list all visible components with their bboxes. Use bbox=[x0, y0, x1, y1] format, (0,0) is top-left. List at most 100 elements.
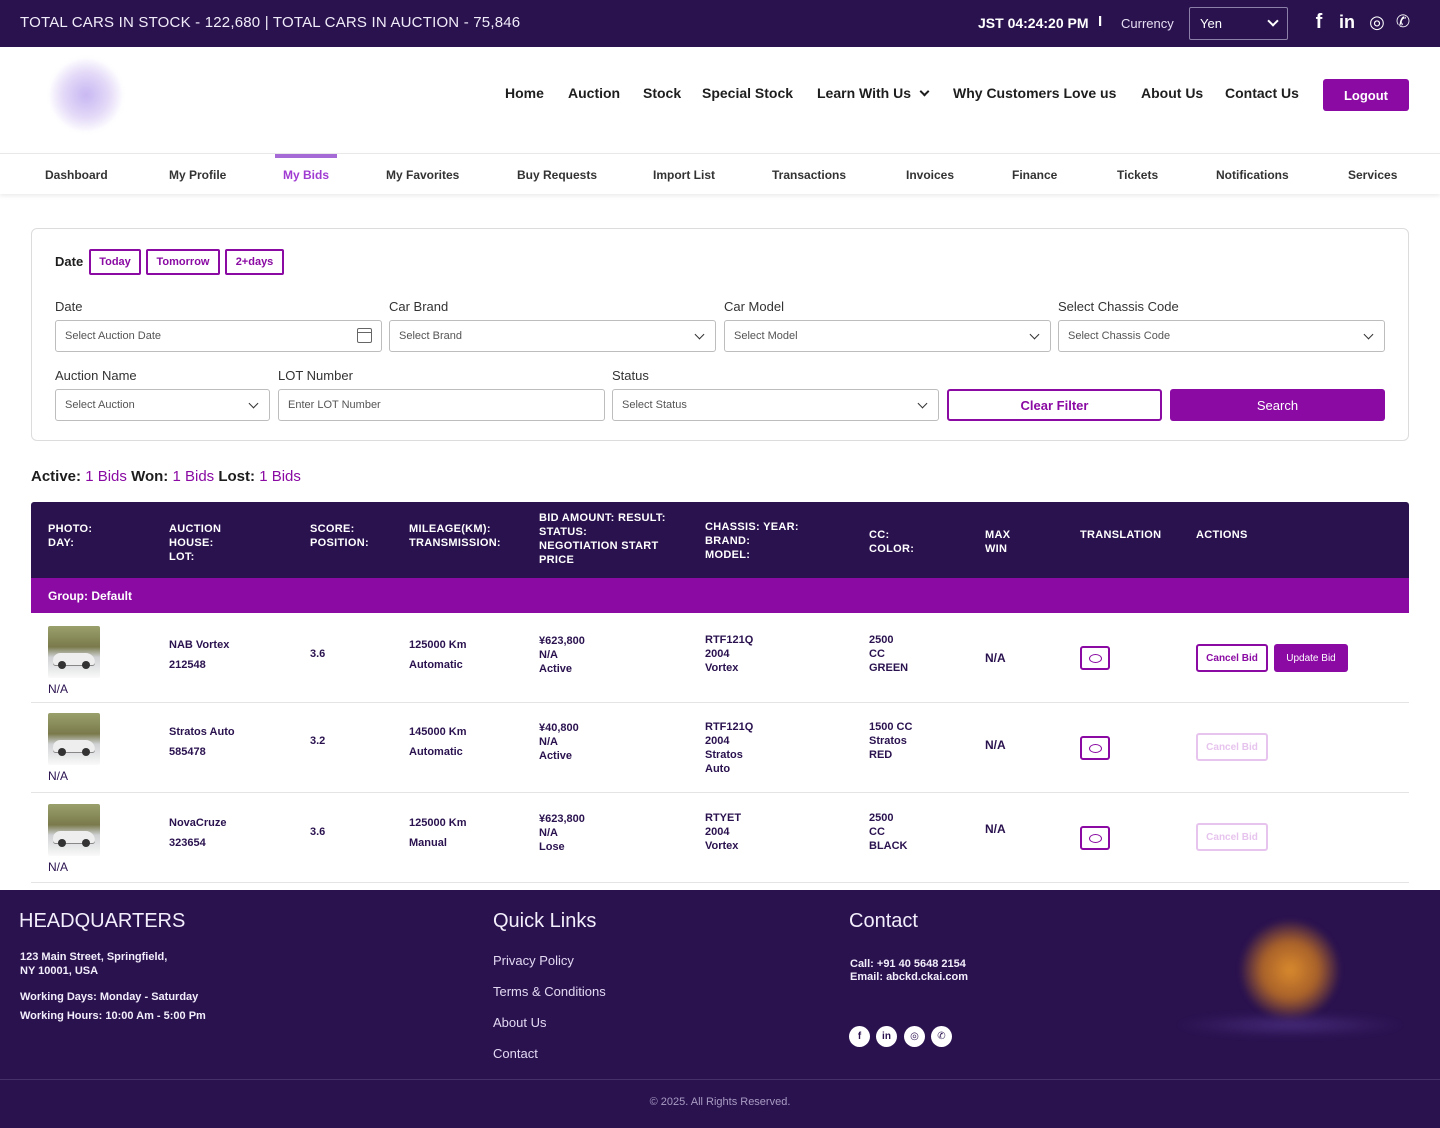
lost-count: 1 Bids bbox=[259, 468, 301, 485]
tab-buy-requests[interactable]: Buy Requests bbox=[517, 168, 597, 182]
cc-color: 2500 CC BLACK bbox=[869, 812, 908, 852]
clear-filter-button[interactable]: Clear Filter bbox=[947, 389, 1162, 421]
site-footer: HEADQUARTERS 123 Main Street, Springfiel… bbox=[0, 890, 1440, 1128]
status-select[interactable]: Select Status bbox=[612, 389, 939, 421]
nav-stock[interactable]: Stock bbox=[643, 85, 681, 101]
tab-my-profile[interactable]: My Profile bbox=[169, 168, 226, 182]
currency-select[interactable]: Yen bbox=[1189, 7, 1288, 40]
cancel-bid-button-disabled[interactable]: Cancel Bid bbox=[1196, 733, 1268, 761]
auction-select[interactable]: Select Auction bbox=[55, 389, 270, 421]
bid-result: N/A bbox=[539, 827, 558, 839]
tab-my-favorites[interactable]: My Favorites bbox=[386, 168, 459, 182]
lot-number: 323654 bbox=[169, 837, 206, 849]
tomorrow-chip[interactable]: Tomorrow bbox=[146, 249, 220, 275]
nav-auction[interactable]: Auction bbox=[568, 85, 620, 101]
today-chip[interactable]: Today bbox=[89, 249, 141, 275]
jst-clock: JST 04:24:20 PM bbox=[978, 15, 1089, 31]
auction-house: NAB Vortex bbox=[169, 639, 230, 651]
linkedin-icon[interactable]: in bbox=[876, 1026, 897, 1047]
contact-email: Email: abckd.ckai.com bbox=[850, 971, 968, 983]
copyright: © 2025. All Rights Reserved. bbox=[649, 1096, 791, 1108]
bid-summary: Active: 1 Bids Won: 1 Bids Lost: 1 Bids bbox=[31, 468, 301, 485]
model: Vortex bbox=[705, 840, 739, 852]
terms-link[interactable]: Terms & Conditions bbox=[493, 984, 606, 999]
car-photo[interactable] bbox=[48, 713, 100, 765]
max-win: N/A bbox=[985, 738, 1006, 752]
auction-date-input[interactable]: Select Auction Date bbox=[55, 320, 382, 352]
site-logo[interactable] bbox=[50, 59, 122, 131]
cancel-bid-button-disabled[interactable]: Cancel Bid bbox=[1196, 823, 1268, 851]
contact-phone: Call: +91 40 5648 2154 bbox=[850, 958, 966, 970]
tab-services[interactable]: Services bbox=[1348, 168, 1397, 182]
table-row: N/A NAB Vortex 212548 3.6 125000 Km Auto… bbox=[31, 613, 1409, 703]
about-us-link[interactable]: About Us bbox=[493, 1015, 546, 1030]
nav-learn-label: Learn With Us bbox=[817, 85, 911, 101]
bid-amount: ¥40,800 bbox=[539, 722, 579, 734]
day-value: N/A bbox=[48, 682, 69, 696]
whatsapp-icon[interactable]: ✆ bbox=[931, 1026, 952, 1047]
translation-eye-icon[interactable] bbox=[1080, 736, 1110, 760]
nav-learn-with-us[interactable]: Learn With Us bbox=[817, 85, 930, 101]
tab-tickets[interactable]: Tickets bbox=[1117, 168, 1158, 182]
bid-status: Active bbox=[539, 750, 573, 762]
date-quick-label: Date bbox=[55, 254, 84, 269]
status-placeholder: Select Status bbox=[622, 399, 687, 411]
privacy-policy-link[interactable]: Privacy Policy bbox=[493, 953, 574, 968]
whatsapp-icon[interactable]: ✆ bbox=[1392, 11, 1414, 33]
header-photo-day: PHOTO: DAY: bbox=[48, 523, 93, 549]
car-photo[interactable] bbox=[48, 626, 100, 678]
tab-import-list[interactable]: Import List bbox=[653, 168, 715, 182]
brand-select[interactable]: Select Brand bbox=[389, 320, 716, 352]
car-model-label: Car Model bbox=[724, 299, 784, 314]
nav-contact-us[interactable]: Contact Us bbox=[1225, 85, 1299, 101]
footer-divider bbox=[0, 1079, 1440, 1080]
transmission: Automatic bbox=[409, 659, 463, 671]
bid-status: Lose bbox=[539, 841, 565, 853]
lost-label: Lost: bbox=[218, 468, 256, 485]
chevron-down-icon bbox=[1267, 15, 1279, 27]
nav-about-us[interactable]: About Us bbox=[1141, 85, 1203, 101]
won-label: Won: bbox=[131, 468, 169, 485]
nav-home[interactable]: Home bbox=[505, 85, 544, 101]
facebook-icon[interactable]: f bbox=[1308, 11, 1330, 33]
chevron-down-icon bbox=[694, 329, 705, 340]
tab-my-bids[interactable]: My Bids bbox=[283, 168, 329, 182]
cancel-bid-button[interactable]: Cancel Bid bbox=[1196, 644, 1268, 672]
instagram-icon[interactable]: ◎ bbox=[1366, 11, 1388, 33]
chevron-down-icon bbox=[919, 86, 930, 97]
nav-special-stock[interactable]: Special Stock bbox=[702, 85, 793, 101]
two-plus-days-chip[interactable]: 2+days bbox=[225, 249, 284, 275]
filter-panel: Date Today Tomorrow 2+days Date Car Bran… bbox=[31, 228, 1409, 441]
search-button[interactable]: Search bbox=[1170, 389, 1385, 421]
chassis-placeholder: Select Chassis Code bbox=[1068, 330, 1171, 342]
nav-why-customers[interactable]: Why Customers Love us bbox=[953, 85, 1116, 101]
update-bid-button[interactable]: Update Bid bbox=[1274, 644, 1348, 672]
chassis-code-select[interactable]: Select Chassis Code bbox=[1058, 320, 1385, 352]
auction-house: Stratos Auto bbox=[169, 726, 235, 738]
tab-dashboard[interactable]: Dashboard bbox=[45, 168, 108, 182]
car-photo[interactable] bbox=[48, 804, 100, 856]
chevron-down-icon bbox=[248, 398, 259, 409]
tab-invoices[interactable]: Invoices bbox=[906, 168, 954, 182]
facebook-icon[interactable]: f bbox=[849, 1026, 870, 1047]
contact-title: Contact bbox=[849, 910, 918, 932]
tab-transactions[interactable]: Transactions bbox=[772, 168, 846, 182]
lot-number-input[interactable]: Enter LOT Number bbox=[278, 389, 605, 421]
active-tab-indicator bbox=[275, 154, 337, 158]
model-select[interactable]: Select Model bbox=[724, 320, 1051, 352]
score: 3.6 bbox=[310, 648, 326, 660]
tab-notifications[interactable]: Notifications bbox=[1216, 168, 1289, 182]
year: 2004 bbox=[705, 826, 730, 838]
separator: I bbox=[1098, 13, 1103, 30]
dashboard-tabs: Dashboard My Profile My Bids My Favorite… bbox=[0, 153, 1440, 194]
mileage: 125000 Km bbox=[409, 817, 467, 829]
translation-eye-icon[interactable] bbox=[1080, 826, 1110, 850]
status-label: Status bbox=[612, 368, 649, 383]
logout-button[interactable]: Logout bbox=[1323, 79, 1409, 111]
instagram-icon[interactable]: ◎ bbox=[904, 1026, 925, 1047]
tab-finance[interactable]: Finance bbox=[1012, 168, 1057, 182]
contact-link[interactable]: Contact bbox=[493, 1046, 538, 1061]
translation-eye-icon[interactable] bbox=[1080, 646, 1110, 670]
linkedin-icon[interactable]: in bbox=[1336, 11, 1358, 33]
car-brand-label: Car Brand bbox=[389, 299, 449, 314]
